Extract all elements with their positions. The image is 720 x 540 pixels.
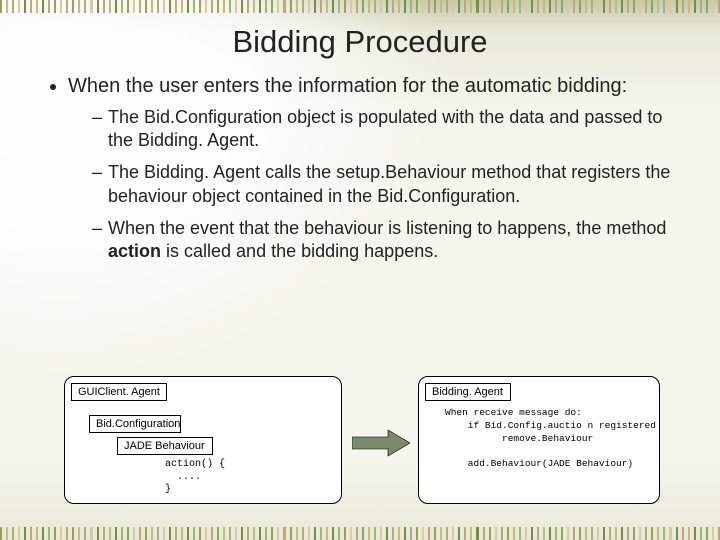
bid-configuration-box: Bid.Configuration xyxy=(89,415,181,433)
main-bullet: When the user enters the information for… xyxy=(68,74,684,264)
main-bullet-text: When the user enters the information for… xyxy=(68,75,627,97)
sub-bullet-list: The Bid.Configuration object is populate… xyxy=(68,106,684,265)
sub-bullet-2: The Bidding. Agent calls the setup.Behav… xyxy=(92,161,684,209)
slide-content: Bidding Procedure When the user enters t… xyxy=(0,0,720,540)
diagram: GUIClient. Agent Bid.Configuration JADE … xyxy=(64,376,660,514)
guiclient-agent-box: GUIClient. Agent xyxy=(71,383,167,401)
sub-bullet-3: When the event that the behaviour is lis… xyxy=(92,217,684,265)
sub-bullet-1: The Bid.Configuration object is populate… xyxy=(92,106,684,154)
main-bullet-list: When the user enters the information for… xyxy=(36,74,684,264)
diagram-right-panel: Bidding. Agent When receive message do: … xyxy=(418,376,660,504)
bidding-agent-code: When receive message do: if Bid.Config.a… xyxy=(445,407,656,471)
jade-behaviour-box: JADE Behaviour xyxy=(117,437,213,455)
sub3-action-word: action xyxy=(108,241,161,261)
action-code-snippet: action() { .... } xyxy=(165,459,225,497)
diagram-left-panel: GUIClient. Agent Bid.Configuration JADE … xyxy=(64,376,342,504)
sub3-part-c: is called and the bidding happens. xyxy=(161,241,438,261)
arrow-icon xyxy=(352,428,410,458)
bidding-agent-box: Bidding. Agent xyxy=(425,383,511,401)
slide-title: Bidding Procedure xyxy=(36,24,684,60)
sub3-part-a: When the event that the behaviour is lis… xyxy=(108,218,666,238)
